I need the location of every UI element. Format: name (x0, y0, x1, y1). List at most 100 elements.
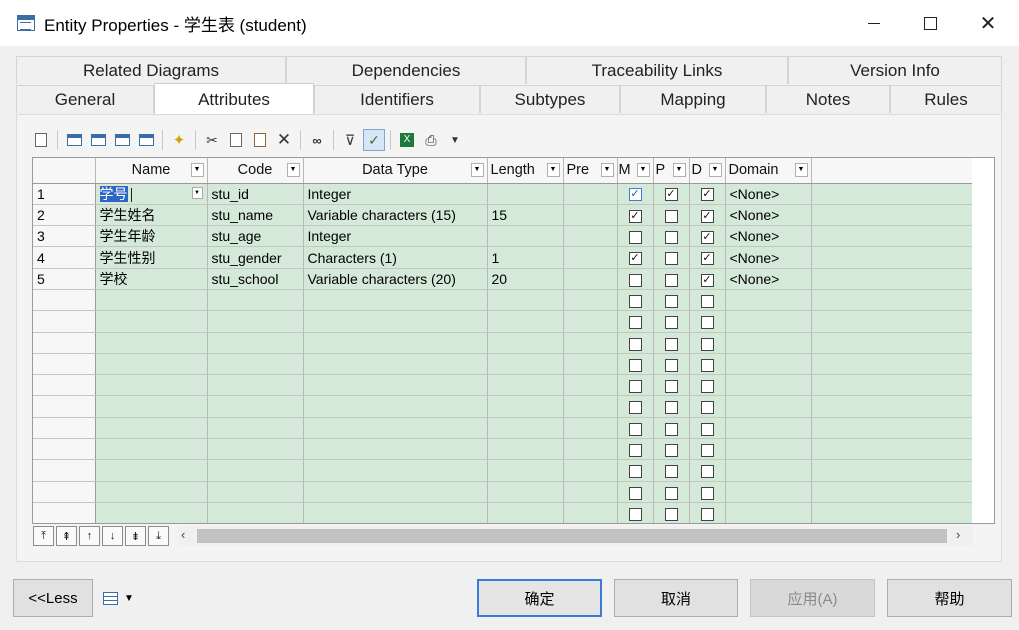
minimize-button[interactable] (846, 0, 902, 46)
domain-cell[interactable] (725, 310, 812, 333)
code-cell[interactable]: stu_name (207, 204, 304, 227)
checkbox[interactable] (628, 316, 642, 330)
tab-dependencies[interactable]: Dependencies (286, 56, 526, 84)
length-cell[interactable] (487, 374, 564, 397)
domain-cell[interactable] (725, 332, 812, 354)
checkbox[interactable] (700, 380, 714, 394)
cell-dropdown-icon[interactable]: ▼ (191, 186, 203, 199)
selected-name-text[interactable]: 学号 (99, 185, 128, 202)
name-cell[interactable] (95, 332, 208, 354)
column-filter-icon[interactable]: ▼ (546, 163, 560, 177)
horizontal-scroll-thumb[interactable] (197, 529, 947, 543)
precision-cell[interactable] (563, 353, 618, 376)
name-cell[interactable]: 学校 (95, 268, 208, 290)
ok-button[interactable]: 确定 (477, 579, 602, 617)
table-row[interactable] (33, 310, 972, 333)
data-type-cell[interactable]: Integer (303, 183, 488, 205)
checkbox[interactable]: ✓ (700, 209, 714, 223)
checkbox[interactable] (628, 273, 642, 287)
domain-cell[interactable]: <None> (725, 183, 812, 205)
move-to-top-button[interactable]: ⤒ (33, 526, 54, 546)
data-type-cell[interactable] (303, 289, 488, 312)
domain-cell[interactable]: <None> (725, 225, 812, 248)
cancel-button[interactable]: 取消 (614, 579, 738, 617)
domain-cell[interactable] (725, 502, 812, 523)
precision-cell[interactable] (563, 459, 618, 482)
checkbox[interactable] (664, 231, 678, 245)
row-number[interactable] (33, 481, 96, 503)
apply-button[interactable]: 应用(A) (750, 579, 875, 617)
data-type-cell[interactable]: Integer (303, 225, 488, 248)
filter-active-button[interactable]: ✓ (363, 129, 385, 151)
close-button[interactable]: ✕ (960, 0, 1016, 46)
row-number[interactable] (33, 395, 96, 418)
data-type-cell[interactable] (303, 481, 488, 503)
checkbox[interactable] (700, 401, 714, 415)
less-button[interactable]: <<Less (13, 579, 93, 617)
insert-row-button[interactable] (87, 129, 109, 151)
move-to-bottom-button[interactable]: ⤓ (148, 526, 169, 546)
column-filter-icon[interactable]: ▼ (636, 163, 650, 177)
data-type-cell[interactable] (303, 395, 488, 418)
domain-cell[interactable] (725, 353, 812, 376)
reuse-attributes-button[interactable] (135, 129, 157, 151)
checkbox[interactable] (700, 422, 714, 436)
code-cell[interactable] (207, 502, 304, 523)
tab-related-diagrams[interactable]: Related Diagrams (16, 56, 286, 84)
row-number[interactable] (33, 374, 96, 397)
print-dropdown[interactable]: ▼ (444, 129, 466, 151)
length-cell[interactable] (487, 459, 564, 482)
domain-cell[interactable]: <None> (725, 204, 812, 227)
checkbox[interactable]: ✓ (628, 209, 642, 223)
checkbox[interactable] (664, 294, 678, 308)
checkbox[interactable] (664, 401, 678, 415)
table-row[interactable] (33, 502, 972, 523)
checkbox[interactable]: ✓ (628, 252, 642, 266)
move-down-button[interactable]: ↓ (102, 526, 123, 546)
row-number[interactable]: 2 (33, 204, 96, 227)
column-filter-icon[interactable]: ▼ (794, 163, 808, 177)
precision-cell[interactable] (563, 502, 618, 523)
code-cell[interactable] (207, 438, 304, 461)
precision-cell[interactable] (563, 204, 618, 227)
checkbox[interactable] (664, 358, 678, 372)
tab-general[interactable]: General (16, 85, 154, 113)
column-header-precision[interactable]: Pre ▼ (563, 158, 618, 184)
checkbox[interactable] (628, 465, 642, 479)
precision-cell[interactable] (563, 481, 618, 503)
table-row[interactable] (33, 289, 972, 312)
length-cell[interactable]: 15 (487, 204, 564, 227)
precision-cell[interactable] (563, 246, 618, 269)
table-row[interactable] (33, 438, 972, 461)
new-button[interactable]: ✦ (168, 129, 190, 151)
name-cell[interactable] (95, 459, 208, 482)
precision-cell[interactable] (563, 289, 618, 312)
row-number[interactable]: 4 (33, 246, 96, 269)
row-number[interactable] (33, 310, 96, 333)
table-row[interactable] (33, 459, 972, 482)
column-header-primary[interactable]: P ▼ (653, 158, 690, 184)
table-row[interactable] (33, 332, 972, 354)
checkbox[interactable]: ✓ (628, 188, 642, 202)
data-type-cell[interactable]: Characters (1) (303, 246, 488, 269)
length-cell[interactable]: 1 (487, 246, 564, 269)
checkbox[interactable] (664, 316, 678, 330)
checkbox[interactable] (700, 444, 714, 457)
data-type-cell[interactable] (303, 332, 488, 354)
length-cell[interactable] (487, 332, 564, 354)
name-cell[interactable] (95, 395, 208, 418)
table-row[interactable]: 3 学生年龄 stu_age Integer ✓ <None> (33, 225, 972, 248)
table-row[interactable]: 1 学号 ▼ stu_id Integer ✓ ✓ ✓ <None> (33, 183, 972, 205)
domain-cell[interactable] (725, 395, 812, 418)
precision-cell[interactable] (563, 310, 618, 333)
name-cell[interactable] (95, 417, 208, 440)
column-header-data-type[interactable]: Data Type ▼ (303, 158, 488, 184)
code-cell[interactable] (207, 374, 304, 397)
checkbox[interactable] (664, 465, 678, 479)
tab-attributes[interactable]: Attributes (154, 83, 314, 115)
code-cell[interactable]: stu_age (207, 225, 304, 248)
precision-cell[interactable] (563, 395, 618, 418)
tab-rules[interactable]: Rules (890, 85, 1002, 113)
length-cell[interactable] (487, 481, 564, 503)
row-number[interactable] (33, 353, 96, 376)
